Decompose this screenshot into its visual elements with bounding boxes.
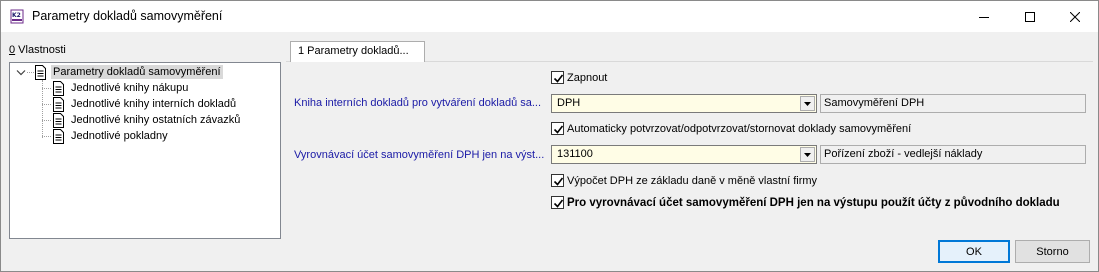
tab-divider <box>425 61 1093 62</box>
cancel-button[interactable]: Storno <box>1015 240 1090 263</box>
tree-connector <box>42 88 51 89</box>
vat-calc-checkbox[interactable] <box>551 174 564 187</box>
use-original-checkbox-row[interactable]: Pro vyrovnávací účet samovyměření DPH je… <box>551 196 1060 209</box>
svg-text:K2: K2 <box>12 12 21 19</box>
close-button[interactable] <box>1052 1 1098 32</box>
use-original-label: Pro vyrovnávací účet samovyměření DPH je… <box>567 196 1060 209</box>
tree-item-label: Jednotlivé knihy interních dokladů <box>71 98 237 110</box>
tab-parameters[interactable]: 1 Parametry dokladů... <box>290 41 425 62</box>
tree-connector <box>42 120 51 121</box>
internal-book-select[interactable]: DPH <box>551 94 817 113</box>
tree-item-label: Jednotlivé pokladny <box>71 130 168 142</box>
dropdown-button[interactable] <box>800 147 815 162</box>
vat-calc-label: Výpočet DPH ze základu daně v měně vlast… <box>567 174 818 187</box>
maximize-icon <box>1025 11 1035 22</box>
enable-label: Zapnout <box>567 71 608 84</box>
clearing-account-label: Vyrovnávací účet samovyměření DPH jen na… <box>294 149 544 161</box>
tree-item-other-liabilities[interactable]: Jednotlivé knihy ostatních závazků <box>52 112 242 128</box>
internal-book-description: Samovyměření DPH <box>820 94 1086 113</box>
tree-item-internal-books[interactable]: Jednotlivé knihy interních dokladů <box>52 96 238 112</box>
maximize-button[interactable] <box>1007 1 1053 32</box>
triangle-down-icon <box>804 101 811 106</box>
window-title: Parametry dokladů samovyměření <box>32 9 223 23</box>
document-icon <box>52 112 65 128</box>
document-icon <box>52 96 65 112</box>
use-original-checkbox[interactable] <box>551 196 564 209</box>
checkmark-icon <box>553 177 564 186</box>
k2-app-icon: K2 <box>9 9 25 25</box>
internal-book-label: Kniha interních dokladů pro vytváření do… <box>294 97 542 109</box>
document-icon <box>34 64 47 80</box>
clearing-account-select[interactable]: 131100 <box>551 145 817 164</box>
tree-item-label: Jednotlivé knihy nákupu <box>71 82 189 94</box>
enable-checkbox[interactable] <box>551 71 564 84</box>
triangle-down-icon <box>804 152 811 157</box>
document-icon <box>52 80 65 96</box>
internal-book-value: DPH <box>557 97 581 109</box>
checkmark-icon <box>553 199 564 208</box>
properties-label: 0 Vlastnosti <box>9 44 66 56</box>
ok-button[interactable]: OK <box>938 240 1010 263</box>
checkmark-icon <box>553 125 564 134</box>
checkmark-icon <box>553 74 564 83</box>
minimize-icon <box>979 12 989 22</box>
properties-label-text: Vlastnosti <box>15 44 66 56</box>
tree-connector <box>42 104 51 105</box>
auto-confirm-checkbox[interactable] <box>551 122 564 135</box>
tree-item-purchase-books[interactable]: Jednotlivé knihy nákupu <box>52 80 190 96</box>
tree-item-root[interactable]: Parametry dokladů samovyměření <box>34 64 223 80</box>
tree-item-label: Jednotlivé knihy ostatních závazků <box>71 114 241 126</box>
tree-connector <box>27 72 34 73</box>
title-bar[interactable]: K2 Parametry dokladů samovyměření <box>1 1 1098 32</box>
document-icon <box>52 128 65 144</box>
minimize-button[interactable] <box>961 1 1007 32</box>
clearing-account-value: 131100 <box>557 148 593 160</box>
clearing-account-description-text: Pořízení zboží - vedlejší náklady <box>824 148 983 160</box>
clearing-account-description: Pořízení zboží - vedlejší náklady <box>820 145 1086 164</box>
auto-confirm-label: Automaticky potvrzovat/odpotvrzovat/stor… <box>567 122 912 135</box>
internal-book-description-text: Samovyměření DPH <box>824 97 925 109</box>
chevron-down-icon[interactable] <box>16 68 26 76</box>
tree-connector <box>42 136 51 137</box>
vat-calc-checkbox-row[interactable]: Výpočet DPH ze základu daně v měně vlast… <box>551 174 817 187</box>
properties-tree[interactable]: Parametry dokladů samovyměření Jednotliv… <box>9 62 281 239</box>
dialog-window: K2 Parametry dokladů samovyměření 0 Vlas… <box>0 0 1099 272</box>
tab-divider <box>286 61 290 62</box>
tree-item-cash-desks[interactable]: Jednotlivé pokladny <box>52 128 170 144</box>
dropdown-button[interactable] <box>800 96 815 111</box>
auto-confirm-checkbox-row[interactable]: Automaticky potvrzovat/odpotvrzovat/stor… <box>551 122 911 135</box>
close-icon <box>1070 11 1080 22</box>
tree-item-label: Parametry dokladů samovyměření <box>51 65 223 79</box>
enable-checkbox-row[interactable]: Zapnout <box>551 71 607 84</box>
